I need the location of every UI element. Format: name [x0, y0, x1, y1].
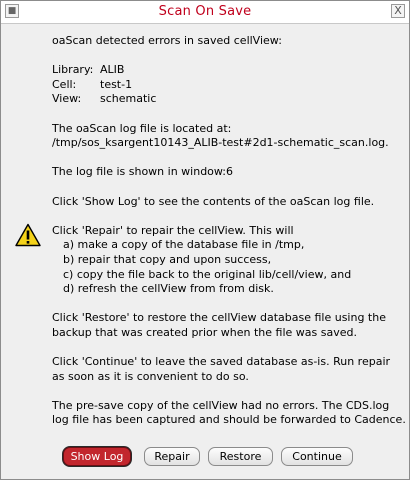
button-row: Show Log Repair Restore Continue — [1, 447, 409, 469]
repair-step: a) make a copy of the database file in /… — [63, 238, 305, 252]
intro-text: oaScan detected errors in saved cellView… — [52, 34, 282, 47]
close-icon[interactable]: X — [391, 4, 405, 18]
cell-label: Cell: — [52, 77, 77, 91]
scan-on-save-dialog: ■ Scan On Save X oaScan detected errors … — [0, 0, 410, 480]
restore-instructions: Click 'Restore' to restore the cellView … — [52, 311, 402, 340]
repair-step: c) copy the file back to the original li… — [63, 267, 352, 281]
log-path: /tmp/sos_ksargent10143_ALIB-test#2d1-sch… — [52, 136, 389, 150]
show-log-hint: Click 'Show Log' to see the contents of … — [52, 194, 375, 208]
view-value: schematic — [100, 92, 157, 106]
log-location-line: The oaScan log file is located at: — [52, 121, 232, 135]
presave-line: The pre-save copy of the cellView had no… — [52, 398, 390, 412]
repair-instructions: Click 'Repair' to repair the cellView. T… — [52, 224, 402, 297]
log-location-text: The oaScan log file is located at: /tmp/… — [52, 122, 402, 151]
presave-note: The pre-save copy of the cellView had no… — [52, 398, 406, 428]
continue-button[interactable]: Continue — [281, 447, 353, 466]
view-row: View: schematic — [52, 92, 402, 107]
show-log-button[interactable]: Show Log — [63, 447, 131, 466]
restore-line: backup that was created prior when the f… — [52, 325, 357, 339]
message-body: oaScan detected errors in saved cellView… — [52, 34, 406, 428]
continue-instructions: Click 'Continue' to leave the saved data… — [52, 355, 402, 384]
cell-row: Cell: test-1 — [52, 78, 402, 93]
repair-button[interactable]: Repair — [144, 447, 200, 466]
cellview-info: Library: ALIB Cell: test-1 View: schematic — [52, 63, 402, 107]
library-row: Library: ALIB — [52, 63, 402, 78]
view-label: View: — [52, 92, 82, 106]
cell-value: test-1 — [100, 77, 133, 91]
title-bar: ■ Scan On Save X — [1, 1, 409, 24]
library-label: Library: — [52, 63, 94, 77]
library-value: ALIB — [100, 63, 125, 77]
repair-step: d) refresh the cellView from from disk. — [63, 282, 274, 296]
warning-icon — [15, 223, 41, 247]
repair-step: b) repair that copy and upon success, — [63, 252, 272, 266]
continue-line: as soon as it is convenient to do so. — [52, 369, 249, 383]
log-window-text: The log file is shown in window:6 — [52, 165, 234, 179]
restore-line: Click 'Restore' to restore the cellView … — [52, 311, 386, 325]
presave-line: log file has been captured and should be… — [52, 413, 406, 427]
continue-line: Click 'Continue' to leave the saved data… — [52, 355, 391, 369]
restore-button[interactable]: Restore — [208, 447, 273, 466]
repair-intro: Click 'Repair' to repair the cellView. T… — [52, 223, 294, 237]
window-title: Scan On Save — [158, 4, 252, 19]
